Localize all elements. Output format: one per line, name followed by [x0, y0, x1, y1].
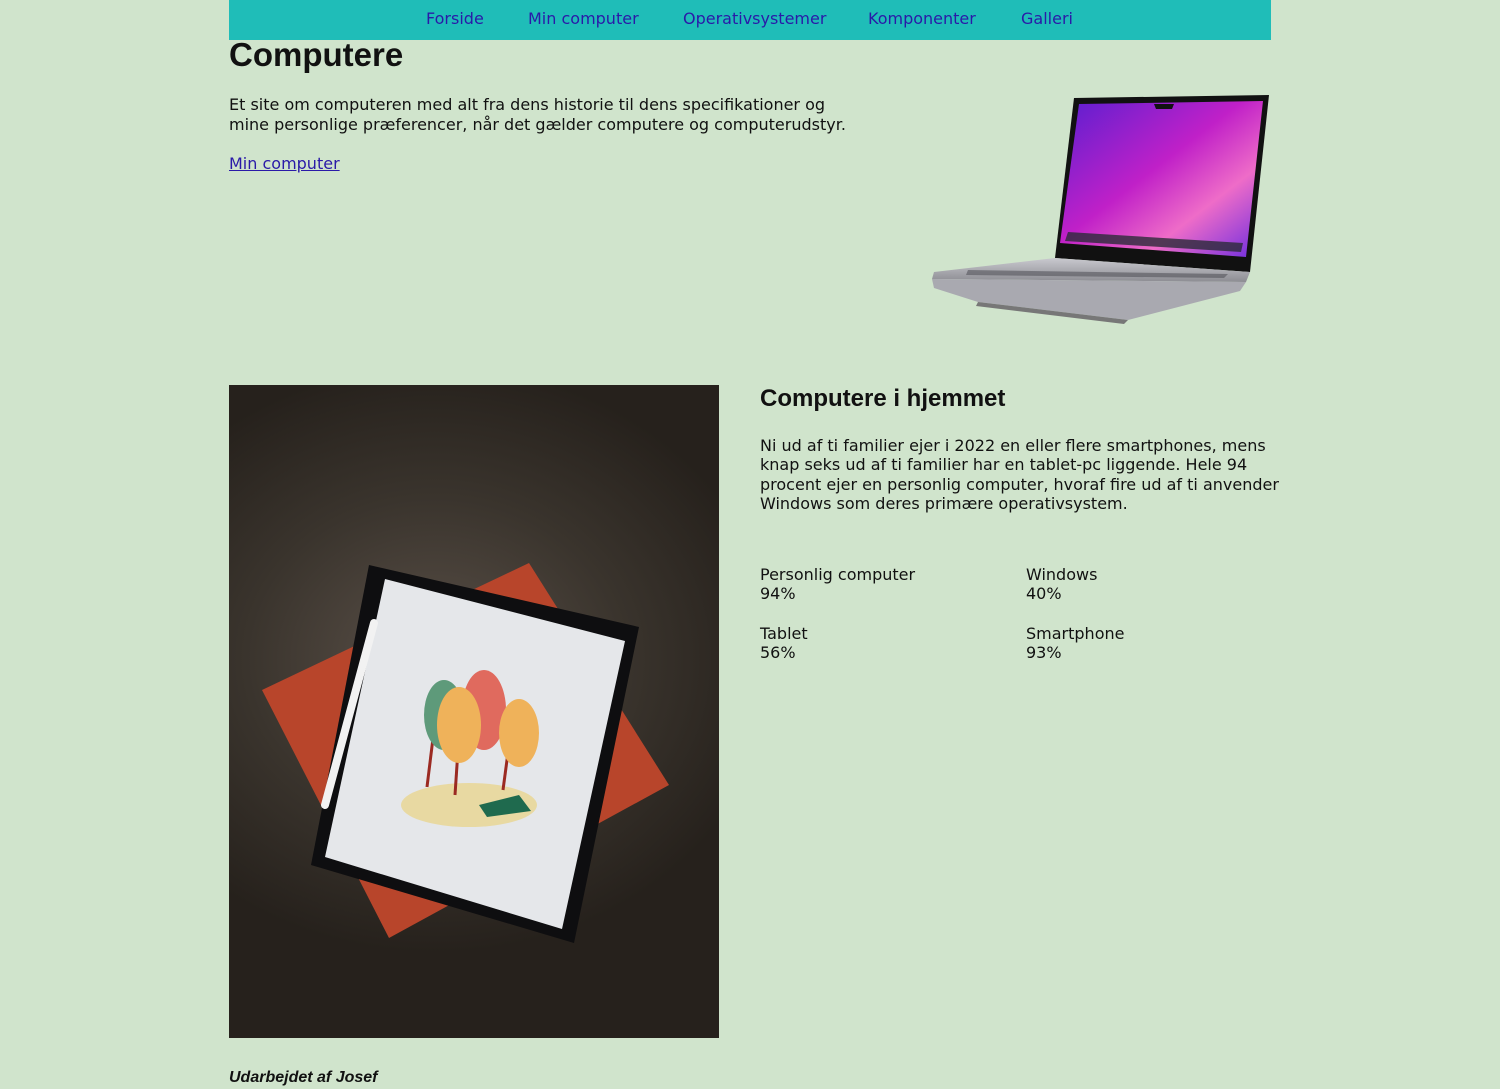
stat-value: 94% [760, 584, 796, 604]
nav-item-galleri[interactable]: Galleri [1021, 9, 1073, 28]
home-heading: Computere i hjemmet [760, 385, 1006, 412]
laptop-image [928, 92, 1273, 328]
stat-value: 40% [1026, 584, 1062, 604]
stat-personlig-computer: Personlig computer 94% [760, 565, 915, 604]
tablet-photo [229, 385, 719, 1038]
stat-label: Windows [1026, 565, 1098, 584]
min-computer-link[interactable]: Min computer [229, 154, 340, 173]
nav-item-forside[interactable]: Forside [426, 9, 484, 28]
stat-label: Smartphone [1026, 624, 1125, 643]
stat-value: 93% [1026, 643, 1062, 663]
stat-label: Tablet [760, 624, 808, 643]
stat-tablet: Tablet 56% [760, 624, 808, 663]
stat-smartphone: Smartphone 93% [1026, 624, 1124, 663]
stat-windows: Windows 40% [1026, 565, 1097, 604]
nav-item-komponenter[interactable]: Komponenter [868, 9, 976, 28]
stat-label: Personlig computer [760, 565, 916, 584]
stat-value: 56% [760, 643, 796, 663]
footer-credit: Udarbejdet af Josef [229, 1069, 378, 1086]
page-title: Computere [229, 36, 404, 73]
home-text: Ni ud af ti familier ejer i 2022 en elle… [760, 436, 1279, 513]
intro-text: Et site om computeren med alt fra dens h… [229, 95, 846, 134]
nav-item-min-computer[interactable]: Min computer [528, 9, 639, 28]
top-nav: Forside Min computer Operativsystemer Ko… [229, 0, 1271, 40]
nav-item-operativsystemer[interactable]: Operativsystemer [683, 9, 826, 28]
